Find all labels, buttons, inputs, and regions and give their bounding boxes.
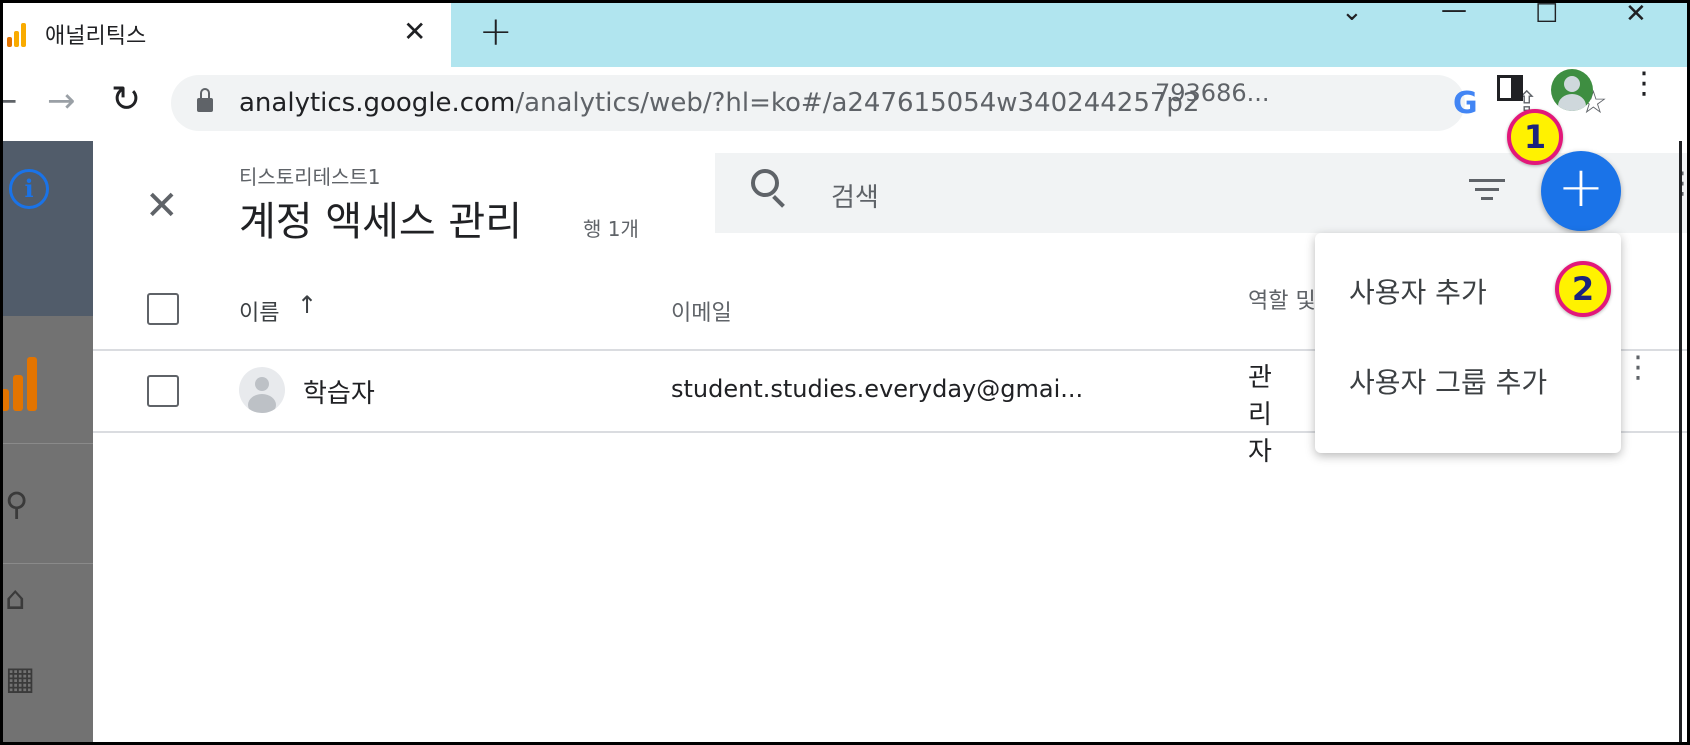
reload-icon[interactable]: ↻ [111,79,141,120]
tab-title: 애널리틱스 [45,24,147,49]
add-button[interactable]: + [1541,151,1621,231]
search-placeholder: 검색 [831,183,879,213]
select-all-checkbox[interactable] [147,293,179,325]
user-email: student.studies.everyday@gmai... [671,375,1084,403]
tab-close-icon[interactable]: ✕ [403,15,426,48]
side-panel-icon[interactable] [1497,75,1523,101]
url-host: analytics.google.com [239,88,516,118]
row-count: 행 1개 [583,217,639,241]
google-lens-icon[interactable]: G [1453,86,1478,121]
profile-avatar-icon[interactable] [1551,69,1593,111]
sort-ascending-icon[interactable]: ↑ [297,291,317,319]
account-access-panel: ✕ 티스토리테스트1 계정 액세스 관리 행 1개 검색 이름 ↑ 이메일 역할… [93,141,1687,742]
new-tab-button[interactable]: + [479,9,513,55]
row-checkbox[interactable] [147,375,179,407]
url-path: /analytics/web/?hl=ko#/a247615054w340244… [515,88,1200,118]
filter-icon[interactable] [1467,175,1507,205]
annotation-badge-1: 1 [1507,109,1563,165]
minimize-button[interactable]: — [1441,3,1467,25]
background-banner [3,141,93,316]
column-header-name[interactable]: 이름 [239,295,279,327]
window-edge [1679,141,1682,742]
user-avatar-icon [239,367,285,413]
info-icon: i [9,169,49,209]
address-bar[interactable]: analytics.google.com/analytics/web/?hl=k… [171,75,1608,131]
divider [3,563,93,564]
browser-menu-icon[interactable]: ⋮ [1629,69,1659,99]
forward-icon[interactable]: → [47,81,76,121]
back-icon[interactable]: ← [3,81,18,121]
analytics-logo-icon [3,357,39,411]
search-icon [751,169,779,197]
browser-tab-strip: 애널리틱스 ✕ + ⌄ — ☐ ✕ [3,3,1687,67]
menu-item-add-user[interactable]: 사용자 추가 [1349,271,1487,311]
browser-toolbar: ← → ↻ analytics.google.com/analytics/web… [3,67,1687,139]
window-close-button[interactable]: ✕ [1625,3,1647,29]
url-trail-text: 793686... [1155,79,1270,107]
user-role: 관리자 [1248,363,1272,467]
menu-item-add-user-group[interactable]: 사용자 그룹 추가 [1349,361,1547,401]
analytics-favicon-icon [7,23,27,47]
close-panel-icon[interactable]: ✕ [145,183,179,229]
screenshot-frame: 애널리틱스 ✕ + ⌄ — ☐ ✕ ← → ↻ analytics.google… [0,0,1690,745]
home-icon: ⌂ [5,579,26,617]
tab-search-icon[interactable]: ⌄ [1341,3,1363,27]
lock-icon[interactable] [197,88,213,112]
url-text: analytics.google.com/analytics/web/?hl=k… [239,88,1199,118]
account-name: 티스토리테스트1 [239,165,381,189]
annotation-badge-2: 2 [1555,261,1611,317]
user-name: 학습자 [303,379,375,409]
row-more-options-icon[interactable]: ⋮ [1623,353,1653,383]
page-title: 계정 액세스 관리 [239,199,523,245]
background-search-icon: ⚲ [5,485,29,523]
maximize-button[interactable]: ☐ [1535,3,1558,29]
column-header-email[interactable]: 이메일 [671,295,732,327]
divider [3,443,93,444]
browser-tab[interactable]: 애널리틱스 ✕ [3,3,451,67]
explore-icon: ▦ [5,659,36,697]
